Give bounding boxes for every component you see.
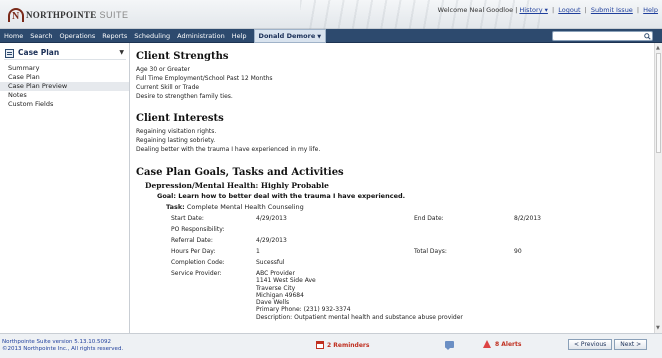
nav-help[interactable]: Help bbox=[232, 32, 247, 40]
sidebar-list: Summary Case Plan Case Plan Preview Note… bbox=[0, 64, 129, 109]
nav-administration[interactable]: Administration bbox=[177, 32, 225, 40]
sidebar-item-custom-fields[interactable]: Custom Fields bbox=[0, 100, 129, 109]
history-link[interactable]: History ▾ bbox=[519, 6, 547, 14]
service-provider-label: Service Provider: bbox=[171, 270, 222, 277]
northpointe-logo[interactable]: N NORTHPOINTE SUITE bbox=[8, 7, 129, 23]
provider-line: Description: Outpatient mental health an… bbox=[256, 313, 463, 321]
reminders-button[interactable]: 2 Reminders bbox=[316, 341, 369, 349]
scroll-down-icon[interactable]: ▼ bbox=[656, 325, 660, 331]
pager: < Previous Next > bbox=[566, 339, 648, 350]
main-nav: Home Search Operations Reports Schedulin… bbox=[0, 29, 662, 43]
service-provider-details: ABC Provider 1141 West Side Ave Traverse… bbox=[256, 270, 463, 321]
search-icon[interactable] bbox=[644, 33, 651, 40]
logout-link[interactable]: Logout bbox=[558, 6, 580, 14]
logo-suffix: SUITE bbox=[99, 10, 129, 20]
copyright-text: ©2013 Northpointe Inc., All rights reser… bbox=[2, 346, 124, 352]
help-link[interactable]: Help bbox=[643, 6, 658, 14]
strength-item: Full Time Employment/School Past 12 Mont… bbox=[136, 75, 273, 82]
reminders-label: 2 Reminders bbox=[327, 341, 370, 349]
referral-date-label: Referral Date: bbox=[171, 237, 213, 244]
completion-code-label: Completion Code: bbox=[171, 259, 225, 266]
referral-date-value: 4/29/2013 bbox=[256, 237, 287, 244]
next-button[interactable]: Next > bbox=[614, 339, 648, 350]
main-scrollbar[interactable]: ▲ ▼ bbox=[654, 43, 662, 333]
alert-icon bbox=[483, 340, 492, 349]
version-text: Northpointe Suite version 5.13.10.5092 bbox=[2, 339, 111, 345]
nav-operations[interactable]: Operations bbox=[60, 32, 96, 40]
strength-item: Desire to strengthen family ties. bbox=[136, 93, 233, 100]
global-search-input[interactable] bbox=[552, 31, 653, 41]
sidebar-item-case-plan-preview[interactable]: Case Plan Preview bbox=[0, 82, 129, 91]
nav-reports[interactable]: Reports bbox=[102, 32, 127, 40]
total-days-value: 90 bbox=[514, 248, 522, 255]
provider-line: Michigan 49684 bbox=[256, 291, 304, 299]
start-date-label: Start Date: bbox=[171, 215, 204, 222]
scroll-thumb[interactable] bbox=[656, 53, 661, 153]
completion-code-value: Sucessful bbox=[256, 259, 285, 266]
calendar-icon bbox=[316, 341, 324, 349]
message-icon[interactable] bbox=[445, 341, 454, 350]
provider-line: Traverse City bbox=[256, 284, 296, 292]
app-header: N NORTHPOINTE SUITE Welcome Neal Goodloe… bbox=[0, 0, 662, 29]
strength-item: Current Skill or Trade bbox=[136, 84, 200, 91]
sidebar: Case Plan ▼ Summary Case Plan Case Plan … bbox=[0, 43, 130, 333]
provider-line: Dave Wells bbox=[256, 299, 290, 307]
separator: | bbox=[551, 6, 555, 14]
active-client-menu[interactable]: Donald Demore ▼ bbox=[253, 29, 327, 43]
sidebar-item-case-plan[interactable]: Case Plan bbox=[0, 73, 129, 82]
start-date-value: 4/29/2013 bbox=[256, 215, 287, 222]
strength-item: Age 30 or Greater bbox=[136, 66, 190, 73]
nav-home[interactable]: Home bbox=[4, 32, 23, 40]
scroll-up-icon[interactable]: ▲ bbox=[656, 45, 660, 51]
client-interests-heading: Client Interests bbox=[136, 113, 224, 124]
welcome-text: Welcome Neal Goodloe | bbox=[437, 6, 518, 14]
po-responsibility-label: PO Responsibility: bbox=[171, 226, 225, 233]
task-label: Task: bbox=[166, 203, 185, 211]
provider-line: ABC Provider bbox=[256, 270, 295, 277]
chevron-down-icon[interactable]: ▼ bbox=[119, 49, 124, 56]
header-decoration bbox=[300, 0, 540, 29]
sidebar-title: Case Plan bbox=[18, 48, 60, 57]
provider-line: 1141 West Side Ave bbox=[256, 277, 316, 285]
nav-scheduling[interactable]: Scheduling bbox=[134, 32, 170, 40]
end-date-label: End Date: bbox=[414, 215, 444, 222]
interest-item: Regaining visitation rights. bbox=[136, 128, 217, 135]
alerts-button[interactable]: 8 Alerts bbox=[483, 340, 521, 349]
provider-line: Primary Phone: (231) 932-3374 bbox=[256, 306, 351, 314]
previous-button[interactable]: < Previous bbox=[568, 339, 613, 350]
active-client-name: Donald Demore bbox=[258, 32, 316, 40]
document-icon bbox=[5, 49, 14, 58]
need-heading: Depression/Mental Health: Highly Probabl… bbox=[145, 181, 329, 190]
hours-per-day-label: Hours Per Day: bbox=[171, 248, 216, 255]
sidebar-header[interactable]: Case Plan ▼ bbox=[4, 48, 126, 60]
app-footer: Northpointe Suite version 5.13.10.5092 ©… bbox=[0, 333, 662, 358]
end-date-value: 8/2/2013 bbox=[514, 215, 541, 222]
chevron-down-icon: ▼ bbox=[317, 34, 322, 40]
sidebar-item-summary[interactable]: Summary bbox=[0, 64, 129, 73]
separator: | bbox=[636, 6, 640, 14]
version-info: Northpointe Suite version 5.13.10.5092 ©… bbox=[2, 339, 123, 353]
alerts-label: 8 Alerts bbox=[495, 341, 522, 348]
total-days-label: Total Days: bbox=[414, 248, 447, 255]
logo-mark-icon: N bbox=[8, 8, 24, 22]
task-fields: Start Date: 4/29/2013 End Date: 8/2/2013… bbox=[136, 213, 646, 323]
logo-name: NORTHPOINTE bbox=[26, 10, 97, 20]
task-line: Task: Complete Mental Health Counseling bbox=[166, 202, 646, 213]
interest-item: Regaining lasting sobriety. bbox=[136, 137, 216, 144]
nav-search[interactable]: Search bbox=[30, 32, 52, 40]
user-bar: Welcome Neal Goodloe | History ▾ | Logou… bbox=[438, 6, 658, 14]
client-strengths-heading: Client Strengths bbox=[136, 51, 229, 62]
goal-heading: Goal: Learn how to better deal with the … bbox=[157, 192, 406, 200]
main-content: Client Strengths Age 30 or Greater Full … bbox=[131, 43, 654, 333]
case-plan-preview: Client Strengths Age 30 or Greater Full … bbox=[136, 51, 646, 323]
goals-heading: Case Plan Goals, Tasks and Activities bbox=[136, 167, 344, 178]
hours-per-day-value: 1 bbox=[256, 248, 260, 255]
sidebar-item-notes[interactable]: Notes bbox=[0, 91, 129, 100]
task-value: Complete Mental Health Counseling bbox=[186, 203, 304, 211]
nav-items: Home Search Operations Reports Schedulin… bbox=[4, 29, 333, 43]
separator: | bbox=[584, 6, 587, 14]
interest-item: Dealing better with the trauma I have ex… bbox=[136, 146, 321, 153]
submit-issue-link[interactable]: Submit Issue bbox=[591, 6, 633, 14]
